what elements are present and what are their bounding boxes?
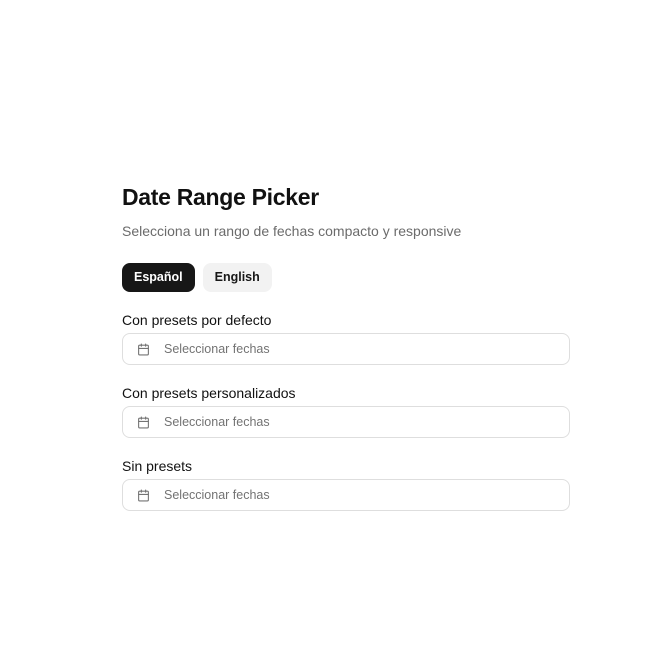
language-button-english[interactable]: English — [202, 263, 272, 292]
date-range-input-default-presets[interactable]: Seleccionar fechas — [122, 333, 570, 365]
date-range-placeholder: Seleccionar fechas — [164, 415, 270, 429]
date-range-picker-demo: Date Range Picker Selecciona un rango de… — [122, 181, 570, 511]
page: Date Range Picker Selecciona un rango de… — [0, 0, 668, 656]
language-button-espanol[interactable]: Español — [122, 263, 195, 292]
date-range-input-custom-presets[interactable]: Seleccionar fechas — [122, 406, 570, 438]
field-default-presets: Con presets por defecto Seleccionar fech… — [122, 312, 570, 365]
field-label: Sin presets — [122, 458, 193, 474]
language-switch: Español English — [122, 263, 570, 292]
date-range-placeholder: Seleccionar fechas — [164, 342, 270, 356]
field-label: Con presets por defecto — [122, 312, 272, 328]
date-range-placeholder: Seleccionar fechas — [164, 488, 270, 502]
calendar-icon — [136, 415, 150, 429]
field-label: Con presets personalizados — [122, 385, 296, 401]
field-custom-presets: Con presets personalizados Seleccionar f… — [122, 385, 570, 438]
field-no-presets: Sin presets Seleccionar fechas — [122, 458, 570, 511]
page-title: Date Range Picker — [122, 184, 319, 210]
date-range-input-no-presets[interactable]: Seleccionar fechas — [122, 479, 570, 511]
page-subtitle: Selecciona un rango de fechas compacto y… — [122, 223, 462, 239]
calendar-icon — [136, 342, 150, 356]
calendar-icon — [136, 488, 150, 502]
